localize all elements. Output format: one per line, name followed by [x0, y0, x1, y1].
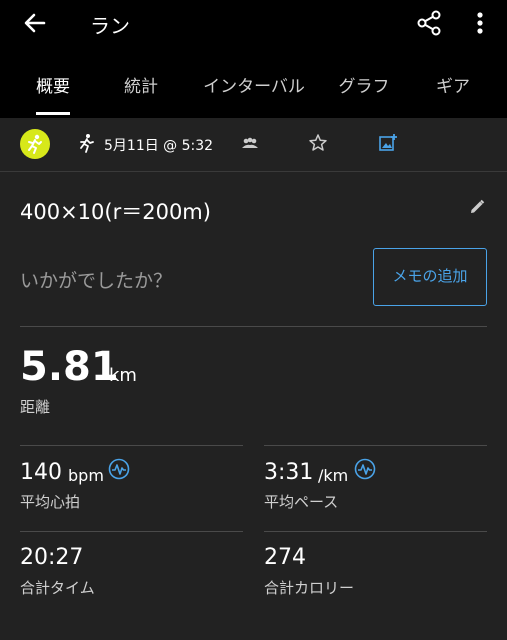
- active-tab-indicator: [36, 112, 70, 115]
- total-time-label: 合計タイム: [20, 579, 95, 597]
- avg-heart-rate-value: 140: [20, 460, 62, 485]
- more-vert-icon[interactable]: [468, 8, 492, 38]
- header: ラン 概要 統計 インターバル グラフ ギア: [0, 0, 507, 118]
- edit-pencil-icon[interactable]: [468, 198, 486, 216]
- divider: [20, 445, 243, 446]
- avg-heart-rate-unit: bpm: [68, 466, 104, 485]
- distance-unit: km: [109, 365, 137, 386]
- app-bar: ラン: [0, 0, 507, 48]
- page-title: ラン: [90, 14, 130, 38]
- workout-title: 400×10(r＝200m): [20, 200, 211, 224]
- avg-heart-rate-label: 平均心拍: [20, 493, 81, 511]
- tab-bar: 概要 統計 インターバル グラフ ギア: [0, 66, 507, 110]
- distance-label: 距離: [20, 398, 51, 416]
- total-calories-label: 合計カロリー: [264, 579, 355, 597]
- people-icon[interactable]: [240, 136, 260, 152]
- back-arrow-icon[interactable]: [20, 8, 50, 38]
- distance-value: 5.81: [20, 344, 119, 390]
- tab-gear[interactable]: ギア: [418, 66, 488, 110]
- activity-date: 5月11日 @ 5:32: [104, 138, 214, 154]
- divider: [20, 531, 243, 532]
- total-time-value: 20:27: [20, 545, 84, 570]
- add-photo-icon[interactable]: [378, 133, 398, 153]
- tab-intervals[interactable]: インターバル: [196, 66, 312, 110]
- tab-graph[interactable]: グラフ: [328, 66, 400, 110]
- divider: [264, 531, 487, 532]
- running-figure-icon: [80, 134, 94, 153]
- divider: [20, 326, 487, 327]
- add-memo-button[interactable]: メモの追加: [373, 248, 487, 306]
- avg-pace-label: 平均ペース: [264, 493, 339, 511]
- tab-overview[interactable]: 概要: [18, 66, 88, 110]
- total-calories-value: 274: [264, 545, 306, 570]
- star-icon[interactable]: [308, 133, 328, 153]
- running-activity-icon: [20, 129, 50, 159]
- share-icon[interactable]: [414, 8, 444, 38]
- pace-pulse-icon[interactable]: [354, 458, 376, 480]
- avg-pace-unit: /km: [318, 466, 349, 485]
- how-was-it-prompt: いかがでしたか？: [20, 270, 173, 292]
- heart-rate-pulse-icon[interactable]: [108, 458, 130, 480]
- activity-info-bar: 5月11日 @ 5:32: [0, 118, 507, 172]
- tab-stats[interactable]: 統計: [106, 66, 176, 110]
- avg-pace-value: 3:31: [264, 460, 314, 485]
- divider: [264, 445, 487, 446]
